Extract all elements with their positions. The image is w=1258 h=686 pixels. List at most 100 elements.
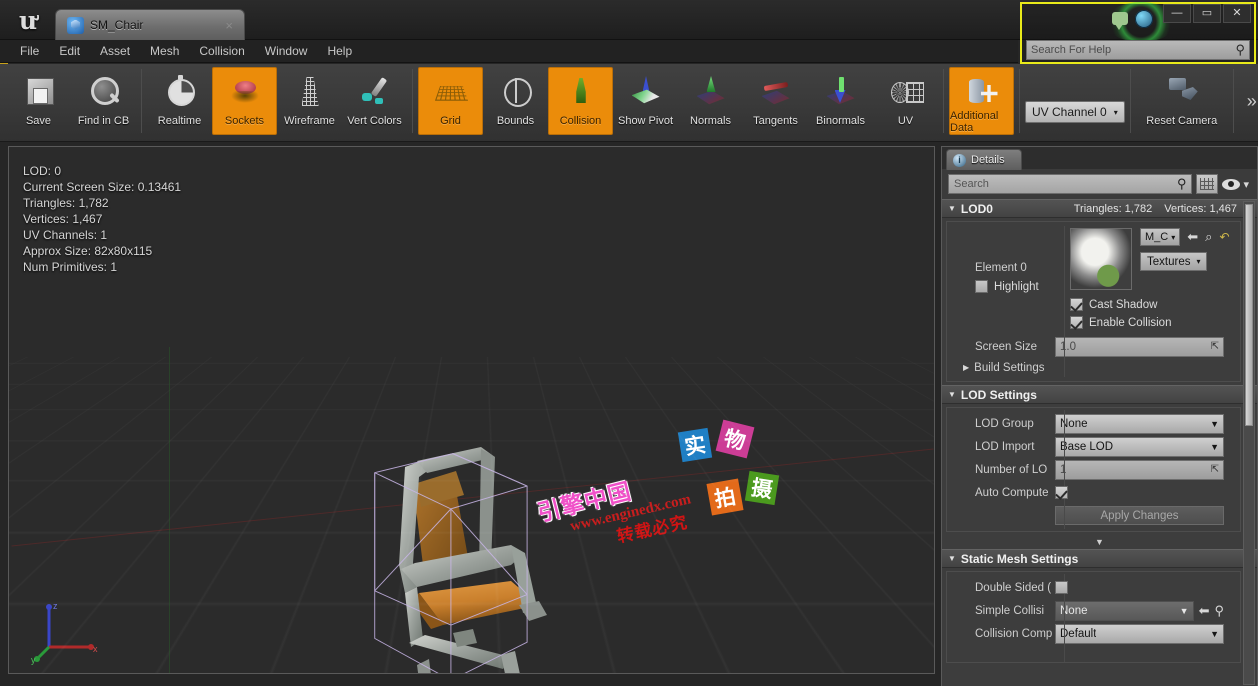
toolbar-button-uv[interactable]: UV (873, 67, 938, 135)
use-selected-asset-icon[interactable]: ⬅ (1199, 603, 1210, 619)
cast-shadow-row[interactable]: Cast Shadow (1070, 298, 1234, 311)
toolbar-button-grid[interactable]: Grid (418, 67, 483, 135)
use-selected-asset-icon[interactable]: ⬅ (1187, 229, 1198, 245)
details-search-input[interactable]: Search ⚲ (948, 174, 1193, 194)
highlight-row[interactable]: Highlight (975, 280, 1064, 293)
toolbar-button-binormals[interactable]: Binormals (808, 67, 873, 135)
browse-asset-icon[interactable]: ⚲ (1214, 603, 1224, 619)
axis-gizmo-svg: z x y (31, 601, 98, 665)
lod-settings-expander[interactable]: ▼ (942, 535, 1257, 549)
visibility-options-button[interactable]: ▾ (1222, 178, 1251, 191)
marketplace-icon[interactable] (1135, 10, 1153, 28)
toolbar-separator (1129, 69, 1131, 133)
toolbar-button-vert-colors[interactable]: Vert Colors (342, 67, 407, 135)
lod-import-dropdown[interactable]: Base LOD ▼ (1055, 436, 1224, 457)
viewport-stat-line: Vertices: 1,467 (23, 212, 103, 226)
property-value: None ▼ (1055, 413, 1240, 434)
toolbar-overflow-button[interactable]: » (1239, 67, 1258, 135)
lod-settings-block: LOD Group None ▼ LOD Import Base LOD ▼ Number … (946, 407, 1241, 532)
section-lod-settings[interactable]: ▼ LOD Settings (942, 385, 1257, 404)
cast-shadow-checkbox[interactable] (1070, 298, 1083, 311)
uv-channel-dropdown[interactable]: UV Channel 0 ▾ (1025, 101, 1125, 123)
camera-icon (1163, 74, 1201, 110)
drag-handle-icon[interactable]: ⇱ (1211, 464, 1219, 475)
toolbar-button-bounds[interactable]: Bounds (483, 67, 548, 135)
textures-dropdown[interactable]: Textures ▾ (1140, 252, 1208, 271)
double-sided-checkbox[interactable] (1055, 581, 1068, 594)
toolbar-button-sockets[interactable]: Sockets (212, 67, 277, 135)
menu-item-window[interactable]: Window (255, 41, 318, 61)
toolbar-button-find-in-cb[interactable]: Find in CB (71, 67, 136, 135)
search-for-help-input[interactable]: Search For Help ⚲ (1026, 40, 1250, 60)
details-content[interactable]: ▼ LOD0 Triangles: 1,782 Vertices: 1,467 … (942, 199, 1257, 686)
toolbar-button-wireframe[interactable]: Wireframe (277, 67, 342, 135)
tab-details[interactable]: i Details (946, 149, 1022, 170)
toolbar-button-collision[interactable]: Collision (548, 67, 613, 135)
chair-mesh (361, 443, 591, 673)
cast-shadow-label: Cast Shadow (1089, 298, 1158, 311)
window-controls: — ▭ ✕ (1163, 4, 1251, 23)
collision-comp-value: Default (1060, 627, 1097, 640)
reset-to-default-icon[interactable]: ↶ (1219, 230, 1229, 244)
mesh-viewport[interactable]: LOD: 0 Current Screen Size: 0.13461 Triang… (8, 146, 935, 674)
toolbar-button-tangents[interactable]: Tangents (743, 67, 808, 135)
chevron-down-icon: ▾ (1171, 232, 1176, 242)
toolbar-button-normals[interactable]: Normals (678, 67, 743, 135)
details-tab-label: Details (971, 154, 1005, 166)
auto-compute-checkbox[interactable] (1055, 486, 1068, 499)
lod0-vertices: Vertices: 1,467 (1164, 202, 1237, 215)
collision-comp-dropdown[interactable]: Default ▼ (1055, 623, 1224, 644)
tab-title: SM_Chair (90, 18, 144, 32)
close-icon[interactable]: × (222, 19, 236, 32)
details-scrollbar[interactable] (1243, 201, 1255, 685)
asset-tab-sm-chair[interactable]: SM_Chair × (55, 9, 245, 40)
highlight-checkbox[interactable] (975, 280, 988, 293)
menu-item-collision[interactable]: Collision (189, 41, 254, 61)
chevron-right-icon: ▶ (963, 363, 970, 372)
section-static-mesh-settings[interactable]: ▼ Static Mesh Settings (942, 549, 1257, 568)
enable-collision-row[interactable]: Enable Collision (1070, 316, 1234, 329)
material-thumbnail[interactable] (1070, 228, 1132, 290)
menu-item-asset[interactable]: Asset (90, 41, 140, 61)
toolbar-button-additional-data[interactable]: Additional Data (949, 67, 1014, 135)
menu-item-edit[interactable]: Edit (49, 41, 90, 61)
material-selector[interactable]: M_C ▾ (1140, 228, 1181, 246)
feedback-icon[interactable] (1112, 12, 1128, 30)
enable-collision-checkbox[interactable] (1070, 316, 1083, 329)
property-value (1055, 486, 1240, 499)
menu-item-help[interactable]: Help (317, 41, 362, 61)
maximize-button[interactable]: ▭ (1193, 4, 1221, 23)
toolbar-button-reset-camera[interactable]: Reset Camera (1136, 67, 1228, 135)
menu-item-mesh[interactable]: Mesh (140, 41, 189, 61)
simple-collisi-dropdown[interactable]: None ▼ (1055, 600, 1194, 621)
column-divider (1064, 410, 1065, 529)
column-view-button[interactable] (1196, 174, 1219, 194)
browse-asset-icon[interactable]: ⌕ (1205, 229, 1212, 245)
build-settings-row[interactable]: ▶ Build Settings (947, 358, 1240, 377)
pivot-icon (627, 74, 665, 110)
grid-axis-y (169, 347, 170, 673)
property-value: Default ▼ (1055, 623, 1240, 644)
unreal-logo-icon: ư (18, 5, 38, 35)
chevron-down-icon: ▼ (1210, 441, 1219, 452)
lod-group-dropdown[interactable]: None ▼ (1055, 413, 1224, 434)
apply-changes-button[interactable]: Apply Changes (1055, 506, 1224, 525)
scrollbar-thumb[interactable] (1245, 204, 1253, 426)
minimize-button[interactable]: — (1163, 4, 1191, 23)
svg-text:z: z (53, 601, 58, 611)
toolbar-button-realtime[interactable]: Realtime (147, 67, 212, 135)
close-window-button[interactable]: ✕ (1223, 4, 1251, 23)
toolbar-button-save[interactable]: Save (6, 67, 71, 135)
toolbar-button-show-pivot[interactable]: Show Pivot (613, 67, 678, 135)
number-of-lo-input[interactable]: 1⇱ (1055, 459, 1224, 480)
toolbar-button-label: Wireframe (284, 115, 335, 127)
static-mesh-settings-block: Double Sided (Simple Collisi None ▼ ⬅ ⚲ Colli… (946, 571, 1241, 663)
menu-item-file[interactable]: File (10, 41, 49, 61)
screen-size-input[interactable]: 1.0 ⇱ (1055, 336, 1224, 357)
section-lod0[interactable]: ▼ LOD0 Triangles: 1,782 Vertices: 1,467 (942, 199, 1257, 218)
viewport-stat-line: Approx Size: 82x80x115 (23, 244, 153, 258)
search-icon: ⚲ (1235, 42, 1245, 57)
toolbar-separator (1019, 69, 1020, 133)
drag-handle-icon[interactable]: ⇱ (1211, 341, 1219, 352)
find-icon (85, 74, 123, 110)
